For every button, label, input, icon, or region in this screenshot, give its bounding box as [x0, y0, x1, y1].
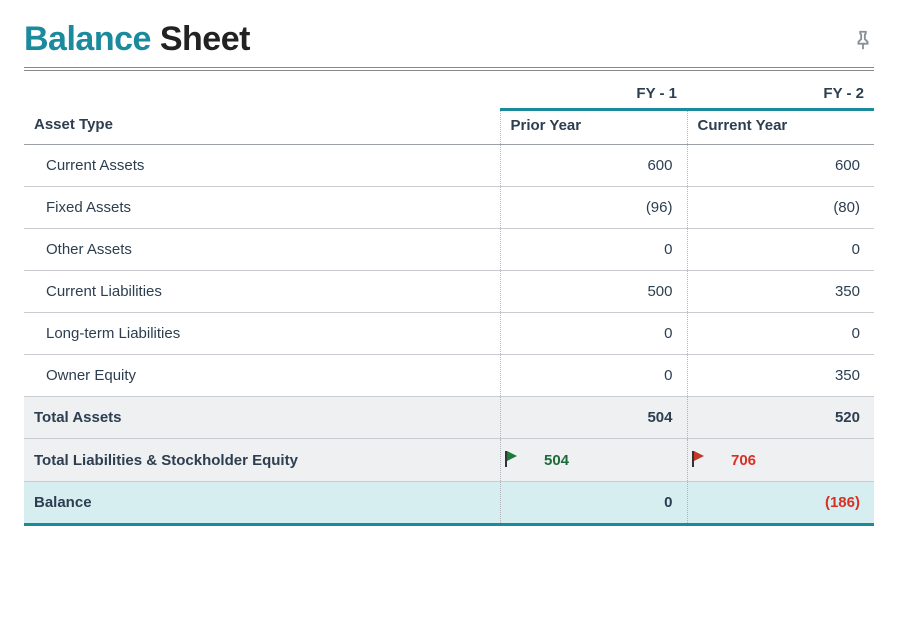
table-row: Fixed Assets (96) (80) [24, 187, 874, 229]
total-liabilities-equity-row: Total Liabilities & Stockholder Equity 5… [24, 439, 874, 482]
balance-row: Balance 0 (186) [24, 482, 874, 525]
row-prior-value: 500 [534, 271, 687, 313]
row-label: Current Liabilities [24, 271, 500, 313]
flag-icon [692, 451, 708, 465]
row-current-value: 0 [721, 229, 874, 271]
row-label: Other Assets [24, 229, 500, 271]
page-title: Balance Sheet [24, 20, 250, 59]
balance-prior: 0 [534, 482, 687, 525]
row-label: Owner Equity [24, 355, 500, 397]
row-prior-value: 0 [534, 229, 687, 271]
table-row: Other Assets 00 [24, 229, 874, 271]
row-current-value: 350 [721, 271, 874, 313]
table-row: Current Assets 600 600 [24, 145, 874, 187]
header-bar: Balance Sheet [24, 20, 874, 71]
asset-type-header: Asset Type [24, 110, 500, 145]
balance-label: Balance [24, 482, 500, 525]
tlse-prior: 504 [534, 439, 687, 482]
fiscal-year-row: FY - 1 FY - 2 [24, 71, 874, 110]
total-assets-prior: 504 [534, 397, 687, 439]
prior-year-header: Prior Year [500, 110, 687, 145]
pin-icon[interactable] [852, 29, 874, 51]
tlse-label: Total Liabilities & Stockholder Equity [24, 439, 500, 482]
row-prior-value: 0 [534, 355, 687, 397]
row-prior-value: (96) [534, 187, 687, 229]
total-assets-current: 520 [721, 397, 874, 439]
title-accent: Balance [24, 20, 151, 58]
row-label: Current Assets [24, 145, 500, 187]
flag-icon [505, 451, 521, 465]
table-row: Owner Equity 0 350 [24, 355, 874, 397]
row-label: Long-term Liabilities [24, 313, 500, 355]
row-label: Fixed Assets [24, 187, 500, 229]
balance-current: (186) [721, 482, 874, 525]
row-current-value: 0 [721, 313, 874, 355]
row-current-value: 600 [721, 145, 874, 187]
fy1-header: FY - 1 [500, 71, 687, 110]
row-current-value: 350 [721, 355, 874, 397]
table-row: Long-term Liabilities 00 [24, 313, 874, 355]
total-assets-label: Total Assets [24, 397, 500, 439]
balance-sheet-table: FY - 1 FY - 2 Asset Type Prior Year Curr… [24, 71, 874, 526]
row-current-value: (80) [721, 187, 874, 229]
column-header-row: Asset Type Prior Year Current Year [24, 110, 874, 145]
table-row: Current Liabilities 500 350 [24, 271, 874, 313]
tlse-current: 706 [721, 439, 874, 482]
fy2-header: FY - 2 [687, 71, 874, 110]
total-assets-row: Total Assets 504 520 [24, 397, 874, 439]
current-year-header: Current Year [687, 110, 874, 145]
row-prior-value: 600 [534, 145, 687, 187]
row-prior-value: 0 [534, 313, 687, 355]
title-plain: Sheet [160, 20, 250, 58]
